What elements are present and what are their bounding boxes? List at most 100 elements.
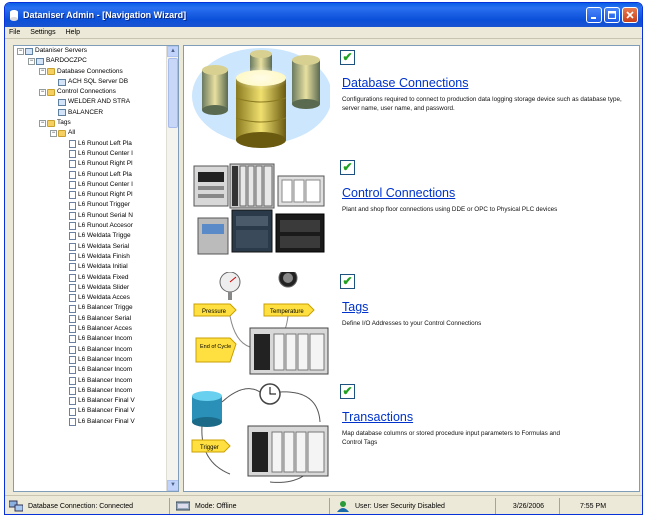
navigation-tree-pane: − Dataniser Servers − BARDOCZPC − Database Co…: [13, 45, 179, 492]
tag-icon: [69, 242, 76, 251]
tree-collapse-toggle[interactable]: −: [17, 47, 24, 55]
tag-icon: [69, 211, 76, 220]
tree-node[interactable]: L6 Balancer Acces: [14, 324, 167, 334]
tree-vertical-scrollbar[interactable]: ▲ ▼: [166, 46, 178, 491]
tree-node[interactable]: L6 Balancer Final V: [14, 417, 167, 427]
tree-node[interactable]: L6 Balancer Final V: [14, 406, 167, 416]
control-connections-link[interactable]: Control Connections: [342, 186, 455, 200]
tag-icon: [69, 397, 76, 406]
tags-checkbox[interactable]: ✔: [340, 274, 355, 289]
tree-node-label: L6 Balancer Incom: [78, 345, 133, 353]
tag-icon: [69, 294, 76, 303]
tree-node[interactable]: L6 Balancer Incom: [14, 376, 167, 386]
tree-node[interactable]: L6 Weldata Slider: [14, 283, 167, 293]
tree-node-label: L6 Weldata Acces: [78, 294, 130, 302]
database-connections-link[interactable]: Database Connections: [342, 76, 468, 90]
transactions-checkbox[interactable]: ✔: [340, 384, 355, 399]
transactions-illustration: Trigger: [191, 383, 329, 483]
menu-settings[interactable]: Settings: [30, 29, 55, 36]
tags-link[interactable]: Tags: [342, 300, 368, 314]
title-bar[interactable]: Dataniser Admin - [Navigation Wizard]: [5, 3, 642, 27]
tree-node[interactable]: − Tags: [14, 118, 167, 128]
tree-node[interactable]: L6 Balancer Incom: [14, 345, 167, 355]
tree-node-label: WELDER AND STRA: [68, 98, 131, 106]
tree-node-label: L6 Balancer Incom: [78, 386, 133, 394]
minimize-button[interactable]: [586, 7, 602, 23]
pressure-tag-label: Pressure: [202, 309, 227, 315]
navigation-tree[interactable]: − Dataniser Servers − BARDOCZPC − Database Co…: [14, 46, 167, 491]
tree-node[interactable]: L6 Balancer Incom: [14, 334, 167, 344]
scroll-up-button[interactable]: ▲: [167, 46, 178, 57]
tree-node[interactable]: L6 Runout Trigger: [14, 200, 167, 210]
tags-illustration: Pressure Temperature End of Cycle: [193, 272, 329, 375]
tag-icon: [69, 386, 76, 395]
section-control-connections: ✔ Control Connections Plant and shop flo…: [184, 158, 641, 268]
tag-icon: [69, 407, 76, 416]
scroll-down-button[interactable]: ▼: [167, 480, 178, 491]
trigger-tag-label: Trigger: [200, 445, 219, 451]
tree-node[interactable]: − All: [14, 128, 167, 138]
tree-collapse-toggle[interactable]: −: [50, 130, 57, 138]
tree-node[interactable]: L6 Weldata Trigge: [14, 231, 167, 241]
tree-node[interactable]: L6 Runout Serial N: [14, 211, 167, 221]
network-icon: [9, 500, 23, 512]
plc-hardware-illustration: [193, 163, 325, 255]
tree-node[interactable]: L6 Weldata Acces: [14, 293, 167, 303]
menu-file[interactable]: File: [9, 29, 20, 36]
tree-node[interactable]: L6 Runout Center I: [14, 180, 167, 190]
tree-node[interactable]: L6 Runout Right Pl: [14, 190, 167, 200]
control-connections-checkbox[interactable]: ✔: [340, 160, 355, 175]
tree-node[interactable]: ACH SQL Server DB: [14, 77, 167, 87]
tree-node-label: L6 Runout Center I: [78, 180, 133, 188]
tree-node[interactable]: L6 Runout Right Pl: [14, 159, 167, 169]
tree-node[interactable]: − Control Connections: [14, 87, 167, 97]
tree-node[interactable]: − Database Connections: [14, 67, 167, 77]
tree-node[interactable]: L6 Runout Left Pla: [14, 139, 167, 149]
tree-node[interactable]: − Dataniser Servers: [14, 46, 167, 56]
plc-icon: [58, 99, 66, 107]
transactions-link[interactable]: Transactions: [342, 410, 413, 424]
scroll-thumb[interactable]: [168, 58, 178, 128]
tag-icon: [69, 335, 76, 344]
tag-icon: [69, 417, 76, 426]
tree-node[interactable]: L6 Runout Left Pla: [14, 170, 167, 180]
tree-node[interactable]: L6 Balancer Final V: [14, 396, 167, 406]
tree-collapse-toggle[interactable]: −: [39, 119, 46, 127]
tree-node-label: L6 Runout Left Pla: [78, 139, 132, 147]
tag-icon: [69, 222, 76, 231]
close-button[interactable]: [622, 7, 638, 23]
tree-collapse-toggle[interactable]: −: [28, 57, 35, 65]
tree-node-label: L6 Weldata Finish: [78, 252, 130, 260]
app-window: Dataniser Admin - [Navigation Wizard] Fi…: [4, 2, 643, 515]
database-connections-checkbox[interactable]: ✔: [340, 50, 355, 65]
tree-node[interactable]: L6 Balancer Incom: [14, 386, 167, 396]
tree-collapse-toggle[interactable]: −: [39, 88, 46, 96]
maximize-button[interactable]: [604, 7, 620, 23]
tree-node[interactable]: L6 Runout Accesor: [14, 221, 167, 231]
tree-node-label: L6 Balancer Final V: [78, 397, 135, 405]
tree-node[interactable]: L6 Balancer Incom: [14, 365, 167, 375]
tree-node[interactable]: L6 Weldata Finish: [14, 252, 167, 262]
tree-node-label: L6 Weldata Trigge: [78, 232, 131, 240]
tree-node[interactable]: L6 Balancer Serial: [14, 314, 167, 324]
tree-node[interactable]: − BARDOCZPC: [14, 56, 167, 66]
tree-node-label: L6 Runout Serial N: [78, 211, 133, 219]
tree-node[interactable]: L6 Weldata Fixed: [14, 273, 167, 283]
tree-node-label: L6 Balancer Incom: [78, 355, 133, 363]
tree-node[interactable]: WELDER AND STRA: [14, 97, 167, 107]
tag-icon: [69, 263, 76, 272]
tree-node-label: L6 Balancer Incom: [78, 376, 133, 384]
tree-node-label: L6 Balancer Trigge: [78, 304, 133, 312]
tree-node[interactable]: L6 Weldata Initial: [14, 262, 167, 272]
tree-node[interactable]: L6 Balancer Trigge: [14, 303, 167, 313]
menu-help[interactable]: Help: [66, 29, 80, 36]
tree-node-label: L6 Runout Accesor: [78, 222, 133, 230]
tree-node[interactable]: L6 Runout Center I: [14, 149, 167, 159]
tree-collapse-toggle[interactable]: −: [39, 68, 46, 76]
tree-node-label: Dataniser Servers: [35, 47, 88, 54]
tree-node[interactable]: L6 Weldata Serial: [14, 242, 167, 252]
tree-node[interactable]: BALANCER: [14, 108, 167, 118]
section-transactions: Trigger ✔ Transactions Map database colu…: [184, 382, 641, 492]
tree-node-label: L6 Runout Right Pl: [78, 160, 133, 168]
tree-node[interactable]: L6 Balancer Incom: [14, 355, 167, 365]
